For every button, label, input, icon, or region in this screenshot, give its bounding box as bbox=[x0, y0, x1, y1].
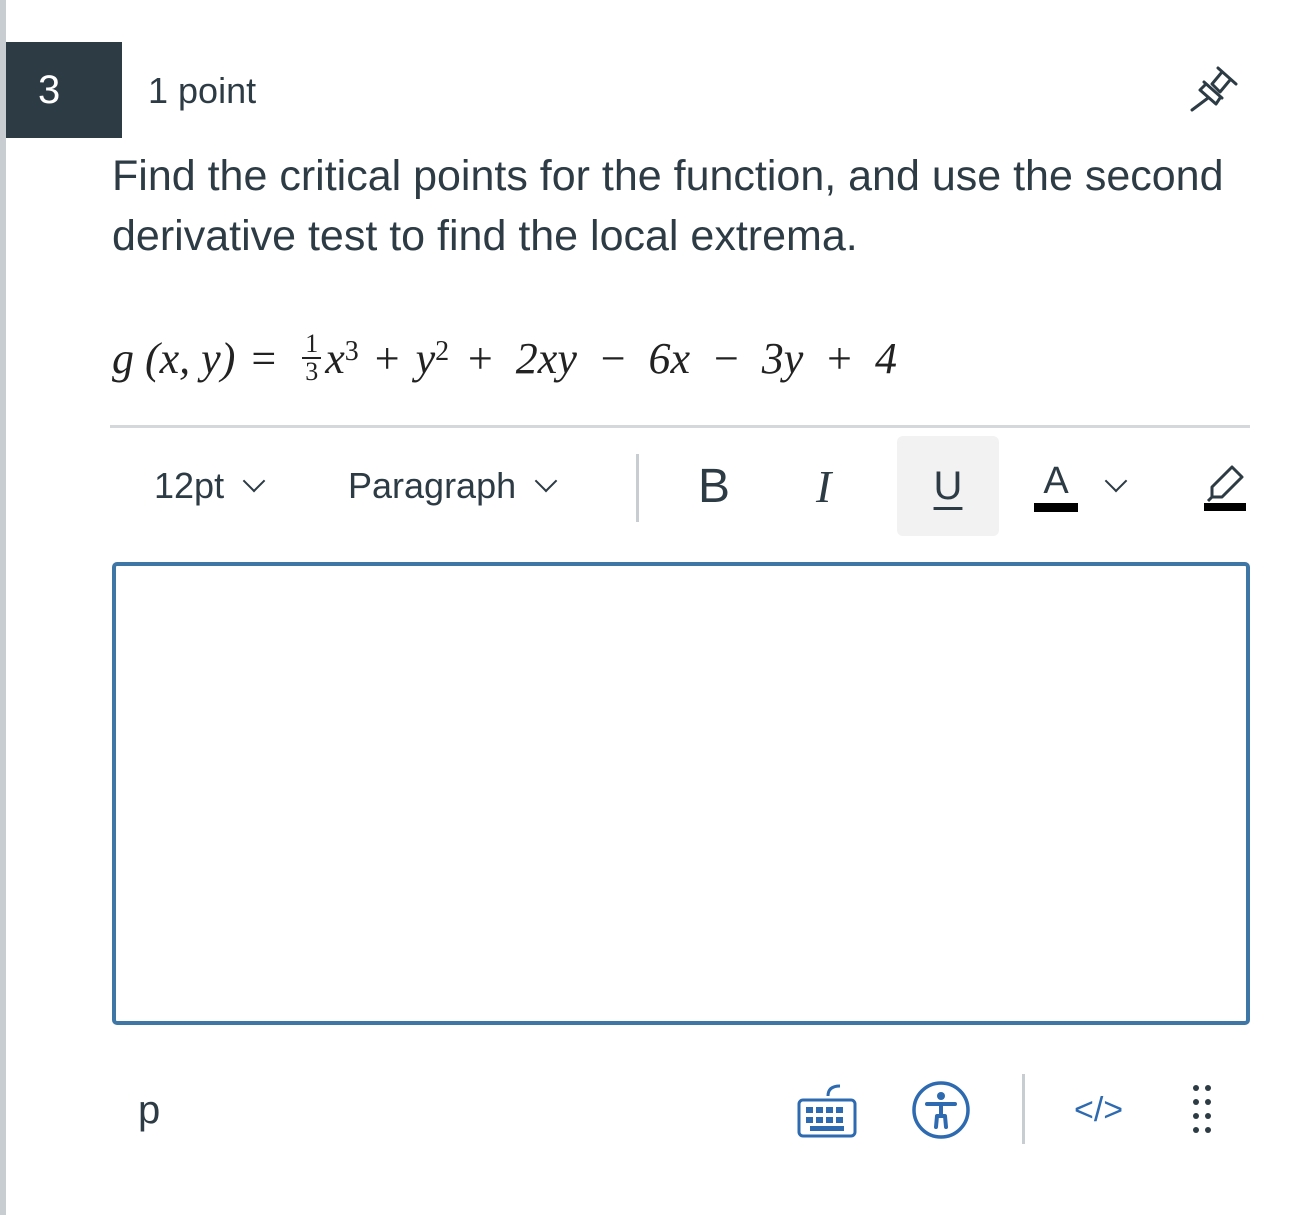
formula-fraction: 1 3 bbox=[302, 331, 322, 386]
formula-term-y: y bbox=[415, 333, 436, 383]
editor-content[interactable] bbox=[116, 566, 1246, 606]
statusbar-separator bbox=[1022, 1074, 1025, 1144]
accessibility-checker-button[interactable] bbox=[910, 1070, 972, 1150]
keyboard-icon bbox=[797, 1084, 857, 1138]
formula-term-x: x bbox=[325, 333, 345, 383]
editor-toolbar: 12pt Paragraph B I U A bbox=[110, 436, 1250, 536]
toolbar-divider bbox=[110, 425, 1250, 428]
function-formula: g (x, y) = 1 3 x3 + y2 + 2xy − 6x − 3y +… bbox=[112, 318, 897, 398]
underline-button[interactable]: U bbox=[897, 436, 999, 536]
italic-button[interactable]: I bbox=[816, 436, 831, 536]
chevron-down-icon bbox=[1104, 469, 1128, 493]
accessibility-icon bbox=[912, 1081, 970, 1139]
toolbar-separator bbox=[636, 454, 639, 522]
fraction-numerator: 1 bbox=[302, 331, 322, 359]
element-path[interactable]: p bbox=[138, 1088, 160, 1133]
more-vertical-icon[interactable] bbox=[1190, 1070, 1214, 1150]
question-text: Find the critical points for the functio… bbox=[112, 152, 1224, 260]
keyboard-shortcuts-button[interactable] bbox=[796, 1070, 858, 1150]
fraction-denominator: 3 bbox=[305, 357, 319, 386]
formula-exp-3: 3 bbox=[344, 336, 359, 367]
highlight-icon bbox=[1204, 465, 1246, 511]
formula-equals: = bbox=[251, 333, 277, 383]
chevron-down-icon bbox=[242, 469, 266, 493]
editor-statusbar: p </> bbox=[110, 1060, 1250, 1160]
chevron-down-icon bbox=[534, 469, 558, 493]
question-points: 1 point bbox=[148, 70, 257, 111]
font-size-label: 12pt bbox=[154, 465, 225, 506]
block-format-label: Paragraph bbox=[348, 465, 517, 506]
formula-plus: + bbox=[374, 333, 400, 383]
highlight-button[interactable] bbox=[1202, 436, 1248, 536]
left-rail bbox=[0, 0, 6, 1215]
pin-icon[interactable] bbox=[1182, 62, 1242, 114]
text-color-icon: A bbox=[1034, 461, 1078, 512]
block-format-select[interactable]: Paragraph bbox=[348, 436, 558, 536]
font-size-select[interactable]: 12pt bbox=[154, 436, 266, 536]
underline-label: U bbox=[933, 463, 963, 508]
formula-lhs: g (x, y) bbox=[112, 333, 236, 383]
formula-exp-2: 2 bbox=[435, 336, 450, 367]
text-color-button[interactable]: A bbox=[1034, 436, 1128, 536]
rich-text-editor[interactable] bbox=[112, 562, 1250, 1025]
bold-button[interactable]: B bbox=[698, 436, 730, 536]
html-editor-toggle[interactable]: </> bbox=[1074, 1070, 1123, 1150]
question-number: 3 bbox=[6, 42, 122, 138]
formula-rest: + 2xy − 6x − 3y + 4 bbox=[465, 333, 897, 383]
